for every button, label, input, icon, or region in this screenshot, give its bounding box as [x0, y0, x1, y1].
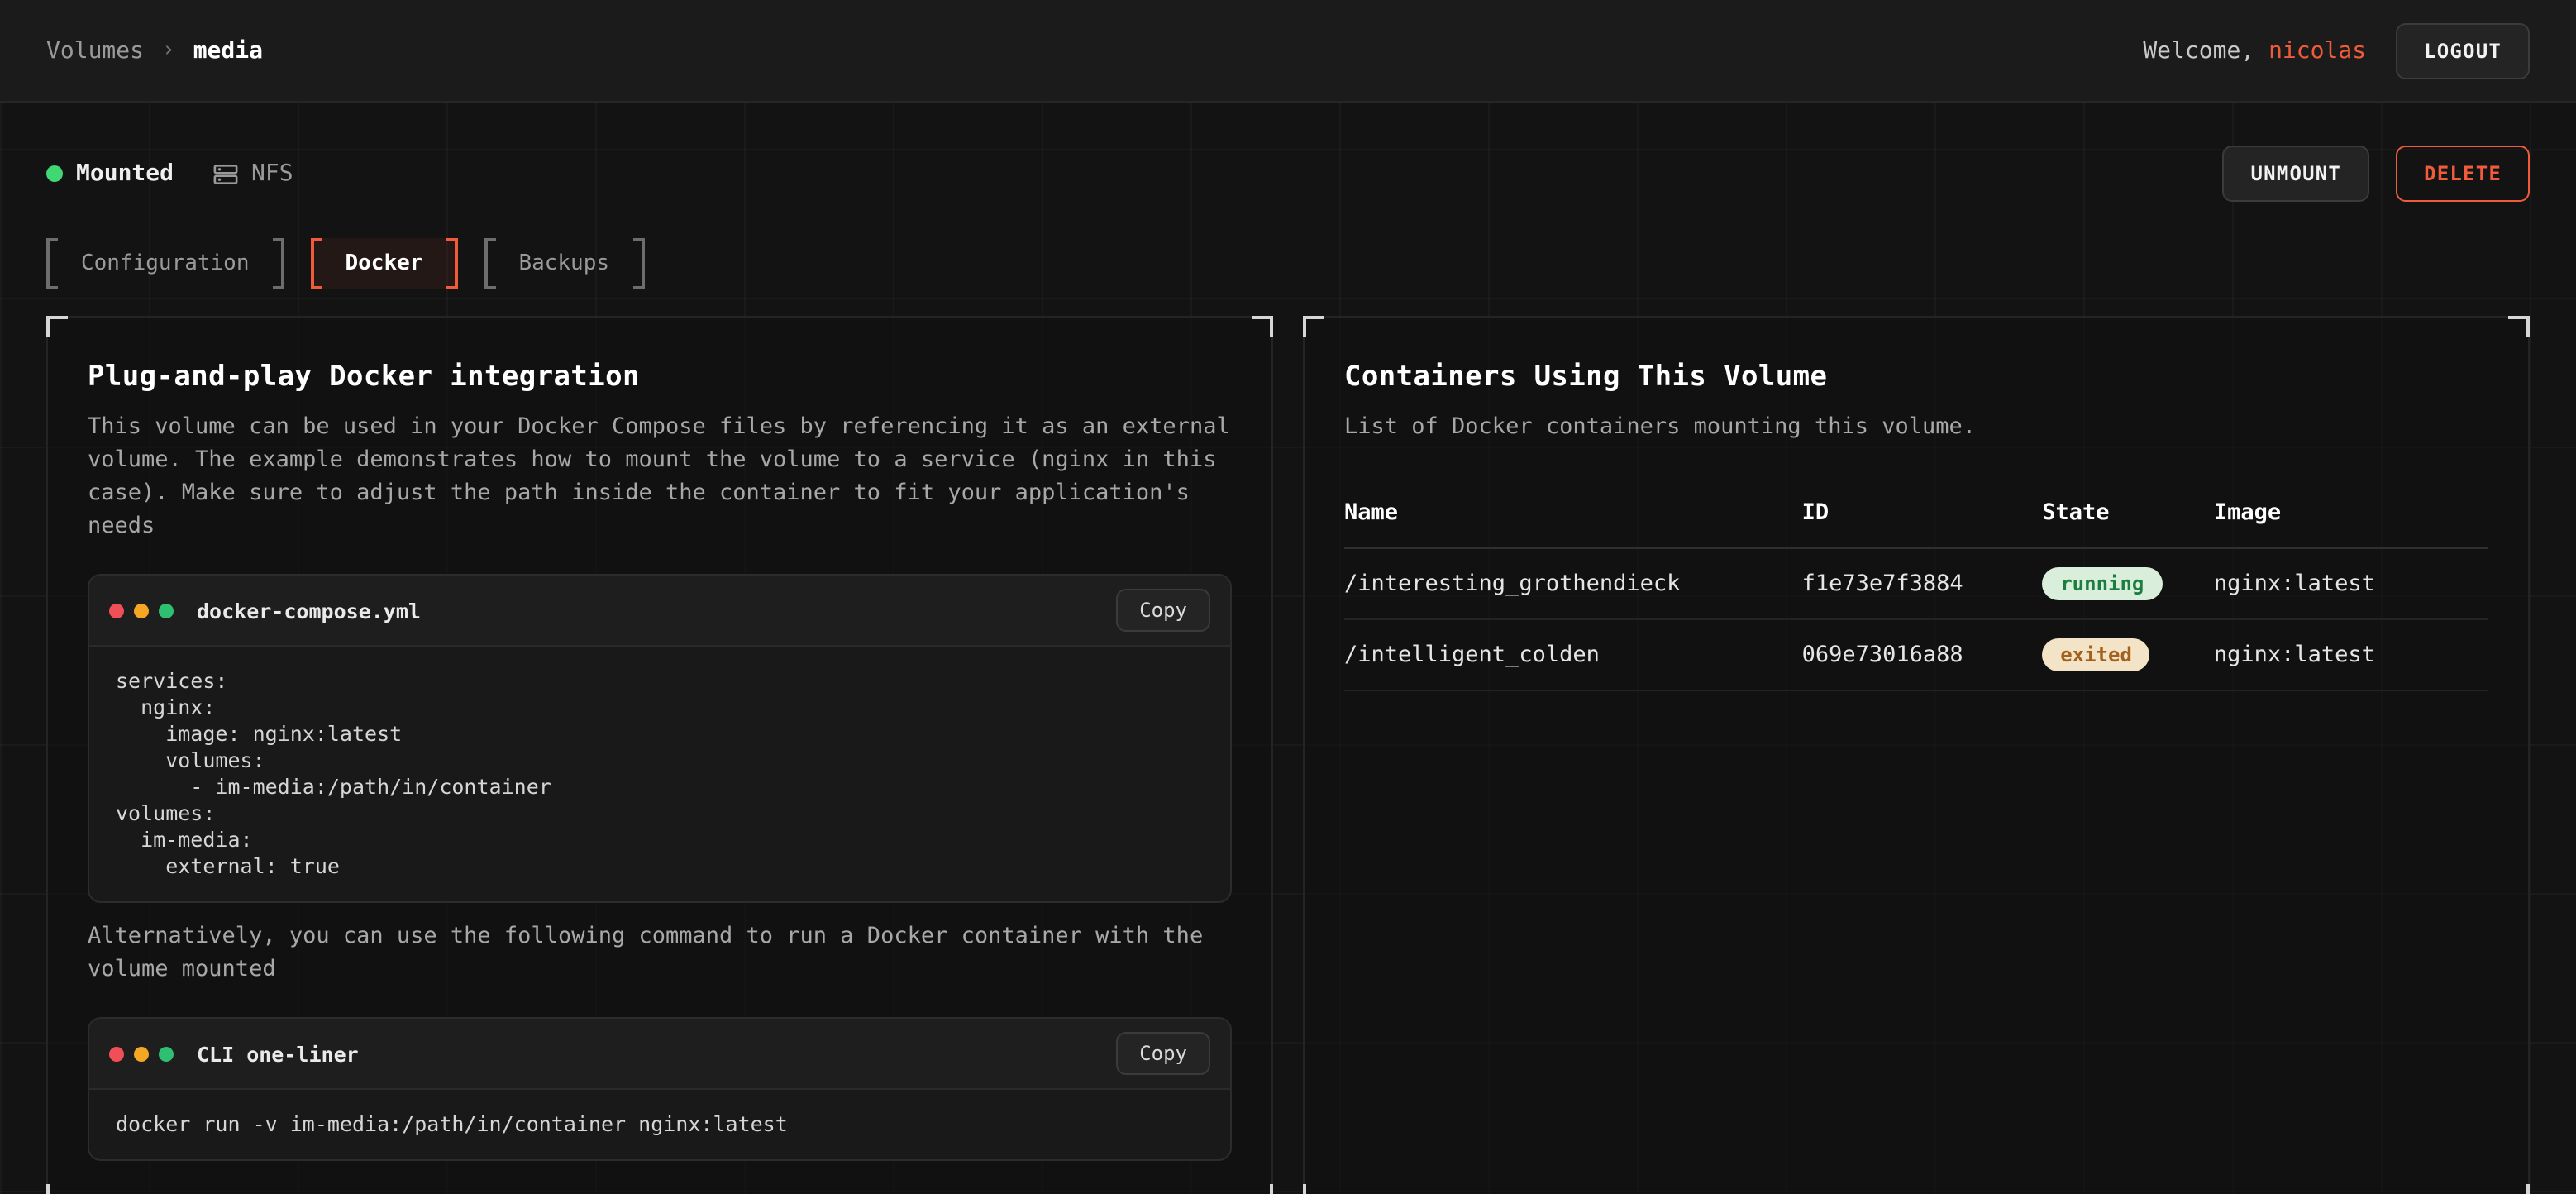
window-dots [109, 1046, 174, 1061]
containers-table-body: /interesting_grothendieck f1e73e7f3884 r… [1344, 548, 2488, 690]
compose-copy-button[interactable]: Copy [1116, 589, 1210, 632]
container-id: 069e73016a88 [1802, 619, 2043, 690]
panel-corner-top-left [1303, 316, 1324, 337]
unmount-button[interactable]: UNMOUNT [2223, 146, 2370, 202]
tab-bar: Configuration Docker Backups [46, 238, 2530, 289]
tab-bracket-left [484, 238, 495, 289]
column-header-image: Image [2214, 483, 2488, 548]
cli-copy-button[interactable]: Copy [1116, 1032, 1210, 1075]
mounted-status: Mounted [46, 160, 174, 187]
container-name: /interesting_grothendieck [1344, 548, 1802, 619]
cli-code-card: CLI one-liner Copy docker run -v im-medi… [88, 1017, 1232, 1161]
panel-corner-bottom-left [46, 1184, 68, 1194]
window-dot-yellow-icon [134, 1046, 149, 1061]
compose-code-header: docker-compose.yml Copy [89, 576, 1230, 647]
state-badge: running [2042, 567, 2162, 600]
panel-corner-bottom-right [1252, 1184, 1273, 1194]
mounted-status-dot [46, 165, 63, 182]
tab-label: Docker [346, 251, 423, 276]
nfs-server-icon [213, 161, 238, 186]
status-row: Mounted NFS UNMOUNT DELETE [46, 146, 2530, 202]
tab-bracket-right [446, 238, 457, 289]
compose-filename: docker-compose.yml [197, 598, 421, 623]
volume-detail-page: Volumes › media Welcome, nicolas LOGOUT … [0, 0, 2576, 1194]
tab-bracket-right [632, 238, 644, 289]
panel-corner-bottom-left [1303, 1184, 1324, 1194]
breadcrumb-current-media: media [193, 37, 263, 64]
welcome-label: Welcome, [2143, 37, 2254, 64]
window-dot-red-icon [109, 1046, 124, 1061]
column-header-id: ID [1802, 483, 2043, 548]
tab-backups[interactable]: Backups [484, 238, 644, 289]
cli-description: Alternatively, you can use the following… [88, 919, 1232, 986]
breadcrumb-separator-icon: › [162, 38, 175, 63]
containers-panel: Containers Using This Volume List of Doc… [1303, 316, 2530, 1194]
nfs-label: NFS [251, 160, 293, 187]
container-image: nginx:latest [2214, 619, 2488, 690]
panel-corner-top-right [2508, 316, 2530, 337]
tab-label: Backups [518, 251, 609, 276]
top-bar-right: Welcome, nicolas LOGOUT [2143, 22, 2530, 79]
window-dot-green-icon [159, 603, 174, 618]
window-dot-yellow-icon [134, 603, 149, 618]
table-row: /intelligent_colden 069e73016a88 exited … [1344, 619, 2488, 690]
column-header-name: Name [1344, 483, 1802, 548]
cli-code: docker run -v im-media:/path/in/containe… [89, 1090, 1230, 1159]
panel-corner-top-right [1252, 316, 1273, 337]
welcome-text: Welcome, nicolas [2143, 37, 2366, 64]
window-dot-green-icon [159, 1046, 174, 1061]
top-bar: Volumes › media Welcome, nicolas LOGOUT [0, 0, 2576, 103]
container-image: nginx:latest [2214, 548, 2488, 619]
containers-panel-title: Containers Using This Volume [1344, 361, 2488, 394]
panels: Plug-and-play Docker integration This vo… [46, 316, 2530, 1194]
cli-code-header: CLI one-liner Copy [89, 1019, 1230, 1090]
breadcrumb: Volumes › media [46, 37, 263, 64]
docker-panel-description: This volume can be used in your Docker C… [88, 410, 1232, 542]
delete-button[interactable]: DELETE [2396, 146, 2530, 202]
compose-code-card: docker-compose.yml Copy services: nginx:… [88, 574, 1232, 903]
breadcrumb-volumes[interactable]: Volumes [46, 37, 144, 64]
tab-bracket-right [273, 238, 284, 289]
tab-bracket-left [311, 238, 322, 289]
table-row: /interesting_grothendieck f1e73e7f3884 r… [1344, 548, 2488, 619]
docker-panel-title: Plug-and-play Docker integration [88, 361, 1232, 394]
nfs-status: NFS [213, 160, 293, 187]
column-header-state: State [2042, 483, 2214, 548]
compose-code: services: nginx: image: nginx:latest vol… [89, 647, 1230, 901]
container-name: /intelligent_colden [1344, 619, 1802, 690]
containers-panel-subtitle: List of Docker containers mounting this … [1344, 410, 2488, 443]
username: nicolas [2268, 37, 2366, 64]
status-actions: UNMOUNT DELETE [2223, 146, 2530, 202]
window-dot-red-icon [109, 603, 124, 618]
mounted-label: Mounted [76, 160, 174, 187]
docker-integration-panel: Plug-and-play Docker integration This vo… [46, 316, 1273, 1194]
cli-filename: CLI one-liner [197, 1041, 359, 1066]
containers-table-head: Name ID State Image [1344, 483, 2488, 548]
tab-docker[interactable]: Docker [311, 238, 458, 289]
state-badge: exited [2042, 638, 2150, 671]
tab-configuration[interactable]: Configuration [46, 238, 284, 289]
container-id: f1e73e7f3884 [1802, 548, 2043, 619]
tab-bracket-left [46, 238, 58, 289]
panel-corner-bottom-right [2508, 1184, 2530, 1194]
tab-label: Configuration [81, 251, 250, 276]
containers-table: Name ID State Image /interesting_grothen… [1344, 483, 2488, 691]
logout-button[interactable]: LOGOUT [2396, 22, 2530, 79]
panel-corner-top-left [46, 316, 68, 337]
window-dots [109, 603, 174, 618]
status-left: Mounted NFS [46, 160, 293, 187]
